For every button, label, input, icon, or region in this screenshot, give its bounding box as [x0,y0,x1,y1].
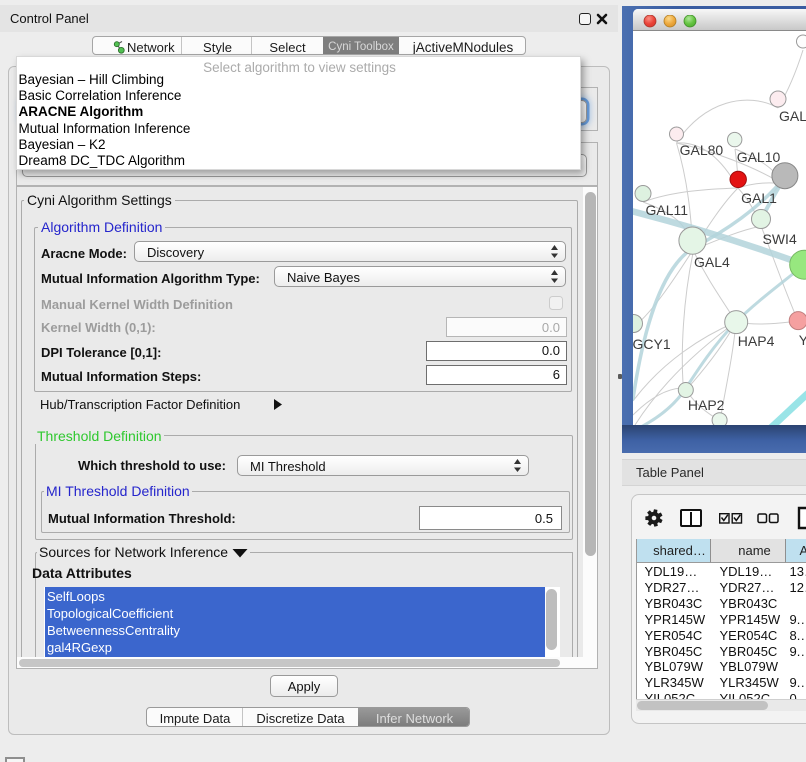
svg-text:HAP4: HAP4 [738,333,775,349]
svg-text:GAL80: GAL80 [680,142,724,158]
svg-text:GAL11: GAL11 [646,202,689,218]
svg-text:GAL10: GAL10 [737,149,781,165]
svg-text:GCY1: GCY1 [633,336,671,352]
svg-text:GAL7: GAL7 [779,108,806,124]
svg-text:SWI4: SWI4 [763,231,797,247]
svg-text:Y: Y [799,332,806,348]
svg-text:GAL4: GAL4 [694,254,730,270]
svg-text:HAP2: HAP2 [688,397,725,413]
svg-text:GAL1: GAL1 [741,190,777,206]
